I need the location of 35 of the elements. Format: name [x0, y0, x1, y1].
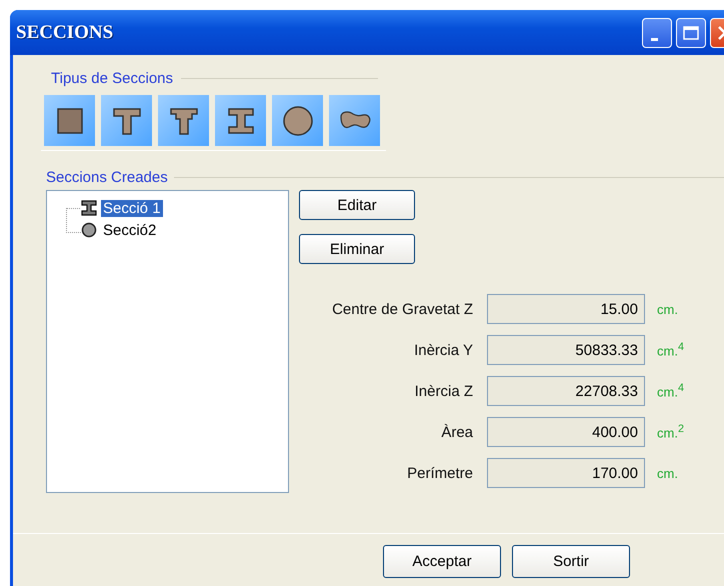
maximize-icon	[683, 26, 699, 40]
action-button[interactable]: Editar	[299, 190, 415, 220]
property-label: Perímetre	[406, 464, 474, 482]
property-field[interactable]: 400.00	[487, 417, 645, 447]
dialog-button[interactable]: Sortir	[512, 545, 630, 578]
tree-item[interactable]: Secció2	[101, 222, 158, 238]
property-label: Centre de Gravetat Z	[331, 300, 474, 318]
minimize-icon	[650, 38, 658, 41]
section-type-button[interactable]	[158, 95, 209, 146]
property-label: Inèrcia Y	[413, 342, 474, 358]
section-type-button[interactable]	[101, 95, 152, 146]
section-type-button[interactable]	[272, 95, 323, 146]
maximize-button[interactable]	[676, 18, 706, 48]
dialog-button[interactable]: Acceptar	[383, 545, 501, 578]
unit-label: cm.$^{4}$	[656, 382, 685, 400]
window-title: SECCIONS	[16, 22, 114, 44]
unit-label: cm.	[656, 302, 679, 316]
group-label: Tipus de Seccions	[51, 70, 174, 87]
unit-label: cm.$^{2}$	[656, 423, 685, 441]
property-field[interactable]: 50833.33	[487, 335, 645, 365]
property-field[interactable]: 170.00	[487, 458, 645, 488]
unit-label: cm.$^{4}$	[656, 341, 685, 359]
property-label: Inèrcia Z	[414, 382, 474, 400]
group-label: Seccions Creades	[46, 169, 168, 186]
i-beam-icon	[81, 200, 97, 216]
tree-item[interactable]: Secció 1	[101, 200, 163, 216]
property-label: Àrea	[440, 424, 474, 440]
property-field[interactable]: 22708.33	[487, 376, 645, 406]
section-type-button[interactable]	[215, 95, 266, 146]
minimize-button[interactable]	[642, 18, 672, 48]
section-type-button[interactable]	[329, 95, 380, 146]
section-type-button[interactable]	[44, 95, 95, 146]
action-button[interactable]: Eliminar	[299, 234, 415, 264]
unit-label: cm.	[656, 466, 679, 480]
property-field[interactable]: 15.00	[487, 294, 645, 324]
